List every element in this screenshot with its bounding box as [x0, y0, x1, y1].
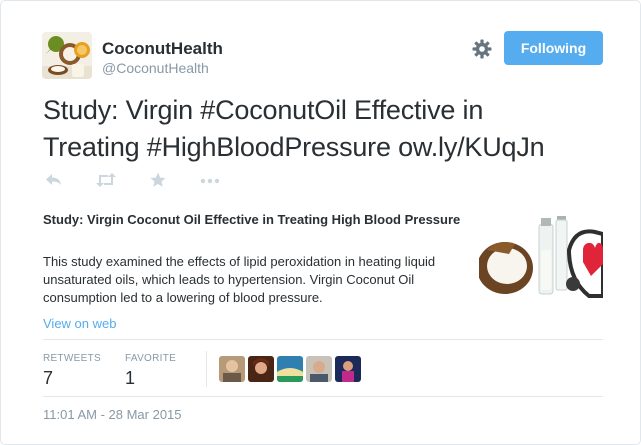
tweet-timestamp[interactable]: 11:01 AM - 28 Mar 2015 [43, 407, 182, 422]
gear-icon[interactable] [471, 38, 493, 60]
retweets-label: RETWEETS [43, 353, 101, 364]
author-handle[interactable]: @CoconutHealth [102, 60, 209, 76]
tweet-text-line-1: Study: Virgin #CoconutOil Effective in [43, 95, 484, 125]
link-card[interactable]: Study: Virgin Coconut Oil Effective in T… [43, 209, 603, 305]
card-description: This study examined the effects of lipid… [43, 254, 436, 305]
following-button[interactable]: Following [504, 31, 603, 65]
avatar[interactable] [277, 356, 303, 382]
avatar[interactable] [306, 356, 332, 382]
card-title[interactable]: Study: Virgin Coconut Oil Effective in T… [43, 211, 463, 229]
avatar[interactable] [219, 356, 245, 382]
stats-separator [206, 351, 207, 387]
favorites-count[interactable]: 1 [125, 368, 135, 389]
retweets-count[interactable]: 7 [43, 368, 53, 389]
divider [43, 396, 603, 397]
tweet-container: CoconutHealth @CoconutHealth Following S… [0, 0, 641, 445]
more-icon[interactable] [200, 171, 220, 191]
card-image[interactable] [479, 210, 603, 300]
avatar[interactable] [335, 356, 361, 382]
divider [43, 339, 603, 340]
author-avatar[interactable] [42, 32, 92, 79]
tweet-text-line-2: Treating #HighBloodPressure ow.ly/KUqJn [43, 132, 545, 162]
view-on-web-link[interactable]: View on web [43, 316, 116, 331]
tweet-text: Study: Virgin #CoconutOil Effective in T… [43, 92, 613, 166]
author-name[interactable]: CoconutHealth [102, 39, 223, 59]
star-icon[interactable] [149, 171, 167, 191]
reply-icon[interactable] [45, 171, 63, 191]
retweet-icon[interactable] [95, 171, 117, 191]
avatar[interactable] [248, 356, 274, 382]
favorites-label: FAVORITE [125, 353, 177, 364]
